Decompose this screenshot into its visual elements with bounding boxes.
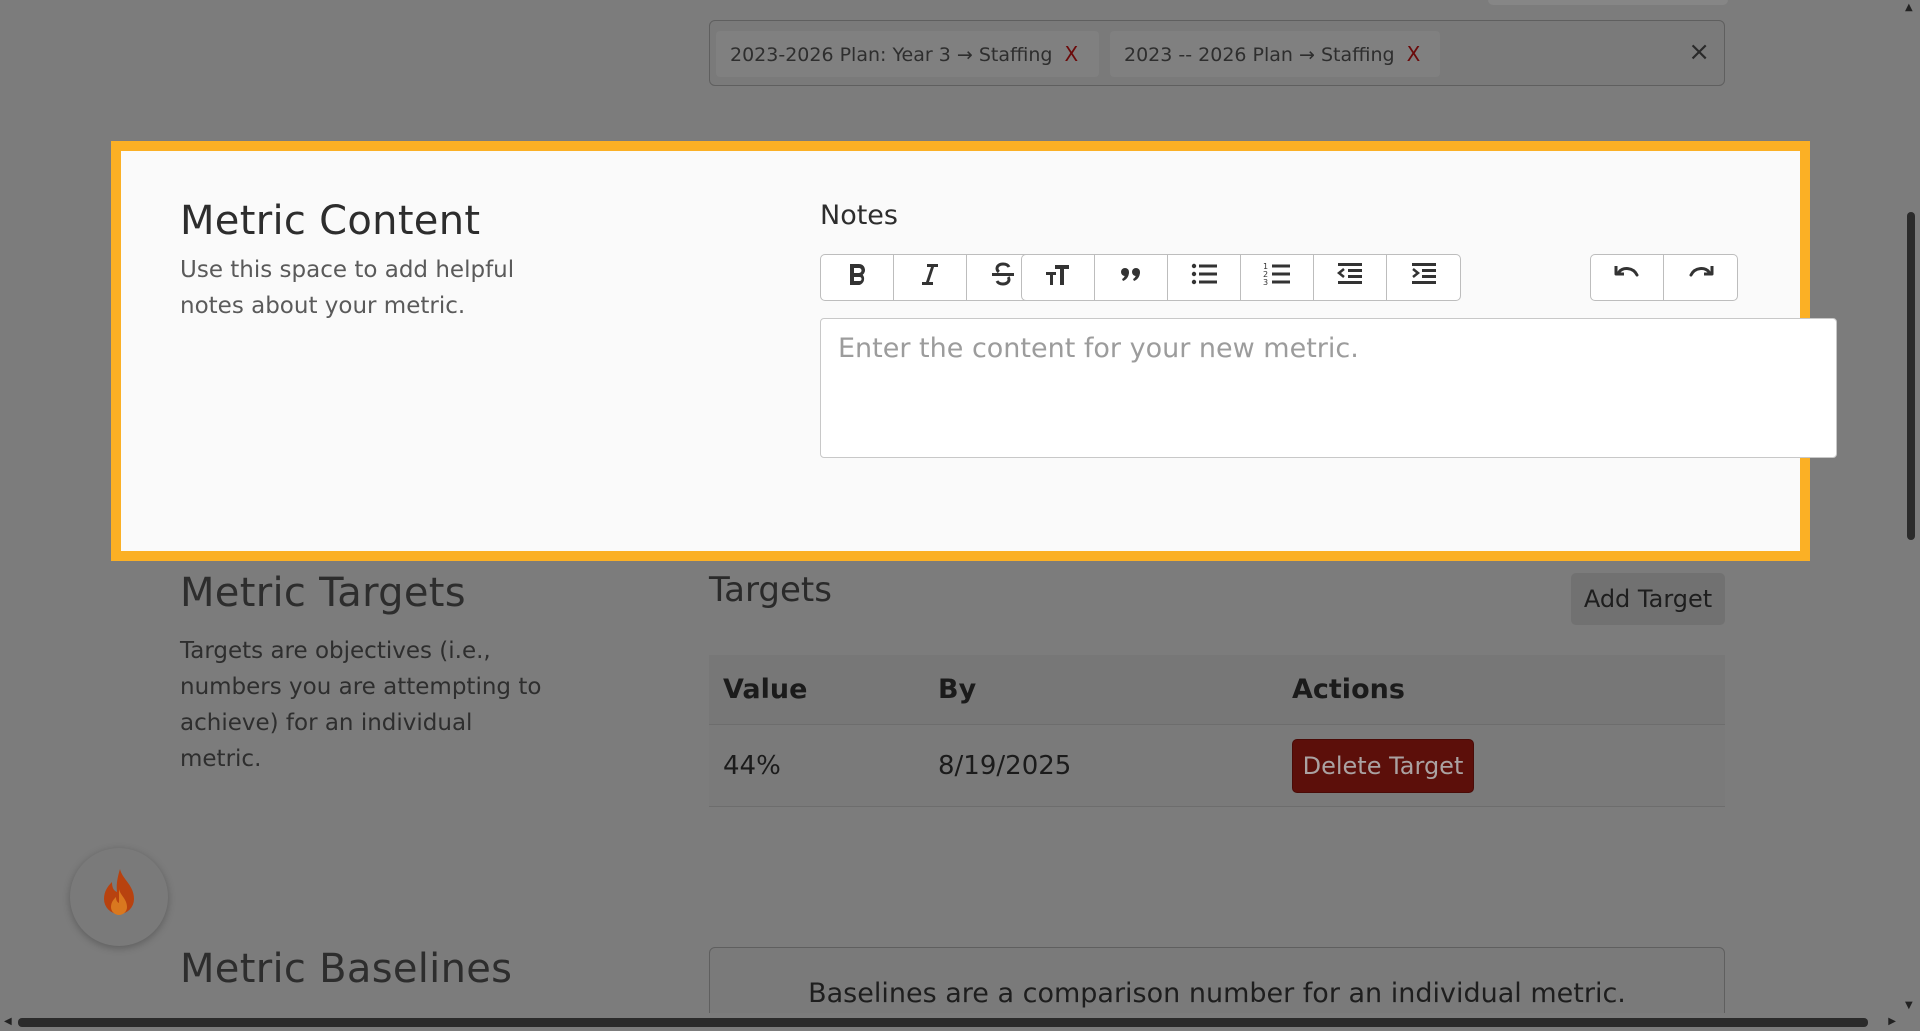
scroll-up-arrow-icon[interactable]: ▲ [1905, 2, 1913, 13]
baselines-box: Baselines are a comparison number for an… [709, 947, 1725, 1013]
editor-placeholder: Enter the content for your new metric. [838, 333, 1359, 364]
redo-icon [1685, 258, 1717, 297]
fire-icon [94, 867, 144, 927]
metric-content-title: Metric Content [180, 198, 481, 244]
metric-targets-title: Metric Targets [180, 570, 466, 616]
strikethrough-icon [987, 258, 1019, 297]
target-value: 44% [723, 750, 781, 781]
metric-content-card: Metric Content Use this space to add hel… [111, 141, 1837, 561]
undo-icon [1611, 258, 1643, 297]
metric-targets-description: Targets are objectives (i.e., numbers yo… [180, 638, 542, 772]
quote-icon [1115, 258, 1147, 297]
scroll-right-arrow-icon[interactable]: ▶ [1888, 1016, 1896, 1027]
bullet-list-icon [1188, 258, 1220, 297]
indent-icon [1408, 258, 1440, 297]
quote-button[interactable] [1095, 255, 1168, 300]
italic-button[interactable] [894, 255, 967, 300]
remove-tag-button[interactable]: X [1064, 42, 1078, 66]
outdent-button[interactable] [1314, 255, 1387, 300]
bold-icon [841, 258, 873, 297]
clear-tags-button[interactable]: × [1688, 37, 1710, 67]
redo-button[interactable] [1664, 255, 1737, 300]
plan-tag-field[interactable]: 2023-2026 Plan: Year 3 → Staffing X 2023 … [709, 20, 1725, 86]
svg-text:3: 3 [1263, 278, 1268, 287]
target-date: 8/19/2025 [938, 750, 1072, 781]
scroll-down-arrow-icon[interactable]: ▼ [1905, 1000, 1913, 1011]
notes-editor[interactable]: Enter the content for your new metric. [820, 318, 1837, 458]
baselines-empty-text: Baselines are a comparison number for an… [808, 978, 1626, 1009]
horizontal-scrollbar[interactable]: ◀ ▶ [0, 1013, 1900, 1031]
plan-tag-label: 2023 -- 2026 Plan → Staffing [1124, 44, 1395, 66]
delete-target-button[interactable]: Delete Target [1292, 738, 1474, 793]
heading-icon [1042, 258, 1074, 297]
targets-header: Targets [709, 570, 832, 610]
history-toolbar [1590, 254, 1738, 301]
plan-tag: 2023-2026 Plan: Year 3 → Staffing X [716, 31, 1099, 77]
column-header-actions: Actions [1292, 674, 1405, 705]
bullet-list-button[interactable] [1168, 255, 1241, 300]
metric-baselines-title: Metric Baselines [180, 946, 513, 992]
numbered-list-button[interactable]: 123 [1241, 255, 1314, 300]
vertical-scroll-thumb[interactable] [1907, 212, 1915, 540]
undo-button[interactable] [1591, 255, 1664, 300]
indent-button[interactable] [1387, 255, 1460, 300]
fire-widget-button[interactable] [70, 848, 168, 946]
heading-button[interactable] [1022, 255, 1095, 300]
page: 2023-2026 Plan: Year 3 → Staffing X 2023 … [0, 0, 1900, 1013]
plan-tag-label: 2023-2026 Plan: Year 3 → Staffing [730, 44, 1053, 66]
top-button-edge [1488, 0, 1728, 5]
numbered-list-icon: 123 [1261, 258, 1293, 297]
column-header-value: Value [723, 674, 808, 705]
column-header-by: By [938, 674, 977, 705]
remove-tag-button[interactable]: X [1407, 42, 1421, 66]
actions-cell: Delete Target [1292, 738, 1474, 793]
outdent-icon [1334, 258, 1366, 297]
scroll-left-arrow-icon[interactable]: ◀ [4, 1016, 12, 1027]
notes-label: Notes [820, 200, 898, 231]
table-header-row: Value By Actions [709, 655, 1725, 725]
add-target-button[interactable]: Add Target [1571, 573, 1725, 625]
vertical-scrollbar[interactable]: ▲ ▼ [1900, 0, 1920, 1013]
bold-button[interactable] [821, 255, 894, 300]
targets-table: Value By Actions 44% 8/19/2025 Delete Ta… [709, 655, 1725, 807]
plan-tag: 2023 -- 2026 Plan → Staffing X [1110, 31, 1440, 77]
italic-icon [914, 258, 946, 297]
metric-content-description: Use this space to add helpful notes abou… [180, 257, 515, 319]
scrollbar-corner [1900, 1013, 1920, 1031]
table-row: 44% 8/19/2025 Delete Target [709, 725, 1725, 807]
block-toolbar: 123 [1021, 254, 1461, 301]
horizontal-scroll-thumb[interactable] [18, 1018, 1868, 1027]
